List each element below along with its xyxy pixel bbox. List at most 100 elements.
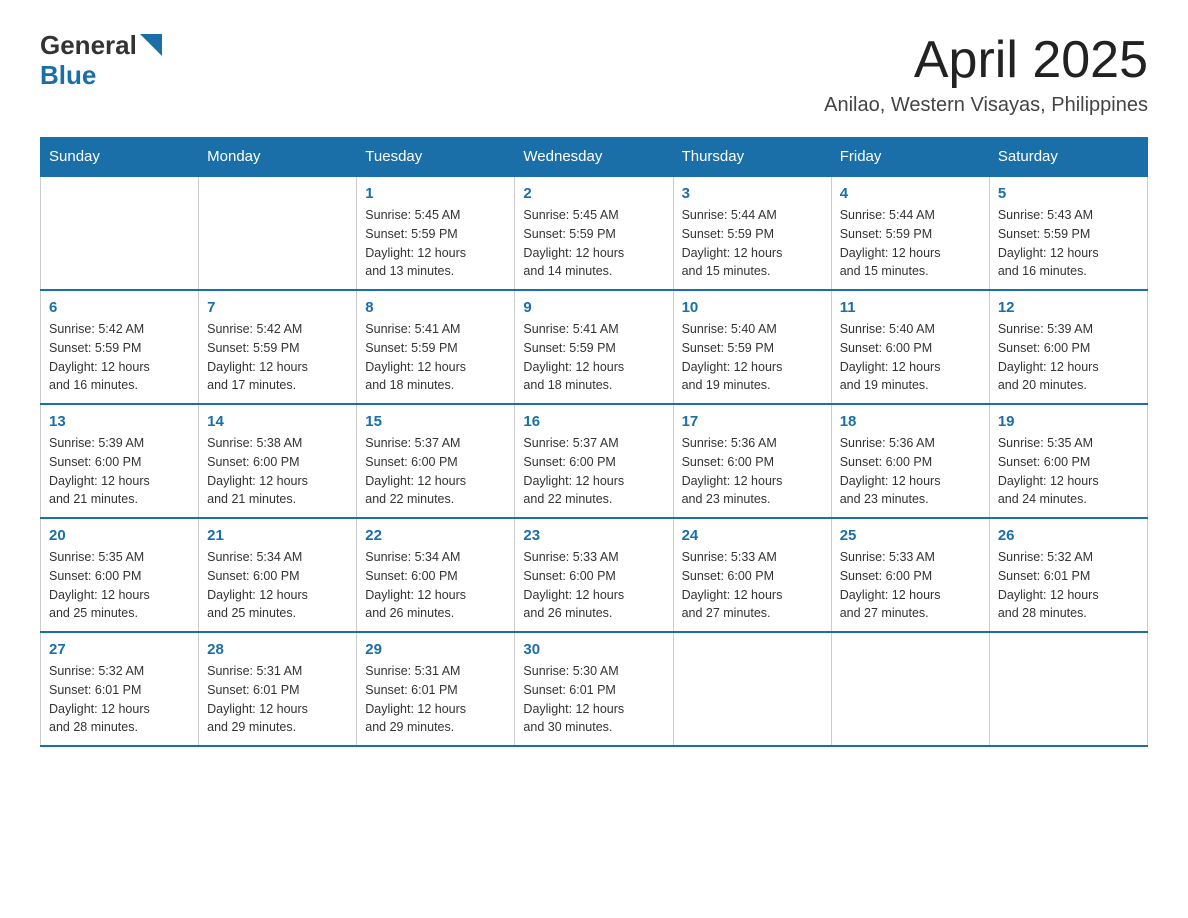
calendar-cell: 27 Sunrise: 5:32 AM Sunset: 6:01 PM Dayli…: [41, 632, 199, 746]
day-number: 26: [998, 527, 1139, 544]
day-info: Sunrise: 5:30 AM Sunset: 6:01 PM Dayligh…: [523, 662, 664, 737]
day-number: 2: [523, 185, 664, 202]
calendar-cell: 19 Sunrise: 5:35 AM Sunset: 6:00 PM Dayli…: [989, 404, 1147, 518]
day-info: Sunrise: 5:44 AM Sunset: 5:59 PM Dayligh…: [840, 206, 981, 281]
calendar-week-row: 6 Sunrise: 5:42 AM Sunset: 5:59 PM Daylig…: [41, 290, 1148, 404]
day-number: 14: [207, 413, 348, 430]
logo-triangle-icon: [140, 34, 162, 56]
day-number: 3: [682, 185, 823, 202]
day-info: Sunrise: 5:31 AM Sunset: 6:01 PM Dayligh…: [207, 662, 348, 737]
day-info: Sunrise: 5:32 AM Sunset: 6:01 PM Dayligh…: [998, 548, 1139, 623]
day-number: 15: [365, 413, 506, 430]
day-number: 6: [49, 299, 190, 316]
calendar-cell: 10 Sunrise: 5:40 AM Sunset: 5:59 PM Dayli…: [673, 290, 831, 404]
day-number: 4: [840, 185, 981, 202]
calendar-cell: 21Sunrise: 5:34 AM Sunset: 6:00 PM Dayli…: [199, 518, 357, 632]
day-number: 16: [523, 413, 664, 430]
day-number: 17: [682, 413, 823, 430]
day-info: Sunrise: 5:36 AM Sunset: 6:00 PM Dayligh…: [682, 434, 823, 509]
calendar-cell: 26 Sunrise: 5:32 AM Sunset: 6:01 PM Dayli…: [989, 518, 1147, 632]
col-header-tuesday: Tuesday: [357, 138, 515, 177]
day-info: Sunrise: 5:41 AM Sunset: 5:59 PM Dayligh…: [365, 320, 506, 395]
day-number: 19: [998, 413, 1139, 430]
col-header-wednesday: Wednesday: [515, 138, 673, 177]
calendar-table: SundayMondayTuesdayWednesdayThursdayFrid…: [40, 137, 1148, 747]
calendar-cell: 24 Sunrise: 5:33 AM Sunset: 6:00 PM Dayli…: [673, 518, 831, 632]
day-number: 13: [49, 413, 190, 430]
calendar-cell: 7 Sunrise: 5:42 AM Sunset: 5:59 PM Daylig…: [199, 290, 357, 404]
day-number: 30: [523, 641, 664, 658]
calendar-week-row: 13 Sunrise: 5:39 AM Sunset: 6:00 PM Dayli…: [41, 404, 1148, 518]
calendar-cell: 1 Sunrise: 5:45 AM Sunset: 5:59 PM Daylig…: [357, 176, 515, 290]
day-info: Sunrise: 5:43 AM Sunset: 5:59 PM Dayligh…: [998, 206, 1139, 281]
day-info: Sunrise: 5:39 AM Sunset: 6:00 PM Dayligh…: [998, 320, 1139, 395]
day-number: 11: [840, 299, 981, 316]
calendar-cell: 9 Sunrise: 5:41 AM Sunset: 5:59 PM Daylig…: [515, 290, 673, 404]
day-info: Sunrise: 5:41 AM Sunset: 5:59 PM Dayligh…: [523, 320, 664, 395]
day-info: Sunrise: 5:44 AM Sunset: 5:59 PM Dayligh…: [682, 206, 823, 281]
calendar-week-row: 27 Sunrise: 5:32 AM Sunset: 6:01 PM Dayli…: [41, 632, 1148, 746]
logo-blue-text: Blue: [40, 61, 162, 90]
day-info: Sunrise: 5:33 AM Sunset: 6:00 PM Dayligh…: [682, 548, 823, 623]
day-number: 1: [365, 185, 506, 202]
calendar-cell: [199, 176, 357, 290]
day-info: Sunrise: 5:42 AM Sunset: 5:59 PM Dayligh…: [207, 320, 348, 395]
calendar-cell: 14 Sunrise: 5:38 AM Sunset: 6:00 PM Dayli…: [199, 404, 357, 518]
day-number: 23: [523, 527, 664, 544]
day-number: 22: [365, 527, 506, 544]
day-info: Sunrise: 5:39 AM Sunset: 6:00 PM Dayligh…: [49, 434, 190, 509]
day-number: 25: [840, 527, 981, 544]
calendar-cell: 23Sunrise: 5:33 AM Sunset: 6:00 PM Dayli…: [515, 518, 673, 632]
day-info: Sunrise: 5:40 AM Sunset: 6:00 PM Dayligh…: [840, 320, 981, 395]
calendar-cell: 3 Sunrise: 5:44 AM Sunset: 5:59 PM Daylig…: [673, 176, 831, 290]
calendar-cell: 25 Sunrise: 5:33 AM Sunset: 6:00 PM Dayli…: [831, 518, 989, 632]
calendar-cell: 15 Sunrise: 5:37 AM Sunset: 6:00 PM Dayli…: [357, 404, 515, 518]
day-number: 5: [998, 185, 1139, 202]
day-number: 24: [682, 527, 823, 544]
calendar-subtitle: Anilao, Western Visayas, Philippines: [824, 94, 1148, 117]
day-info: Sunrise: 5:35 AM Sunset: 6:00 PM Dayligh…: [998, 434, 1139, 509]
day-number: 21: [207, 527, 348, 544]
calendar-week-row: 20Sunrise: 5:35 AM Sunset: 6:00 PM Dayli…: [41, 518, 1148, 632]
col-header-monday: Monday: [199, 138, 357, 177]
calendar-cell: 17 Sunrise: 5:36 AM Sunset: 6:00 PM Dayli…: [673, 404, 831, 518]
col-header-friday: Friday: [831, 138, 989, 177]
calendar-cell: 6 Sunrise: 5:42 AM Sunset: 5:59 PM Daylig…: [41, 290, 199, 404]
day-number: 10: [682, 299, 823, 316]
day-info: Sunrise: 5:40 AM Sunset: 5:59 PM Dayligh…: [682, 320, 823, 395]
calendar-cell: 29Sunrise: 5:31 AM Sunset: 6:01 PM Dayli…: [357, 632, 515, 746]
day-number: 9: [523, 299, 664, 316]
col-header-thursday: Thursday: [673, 138, 831, 177]
day-number: 7: [207, 299, 348, 316]
day-info: Sunrise: 5:37 AM Sunset: 6:00 PM Dayligh…: [523, 434, 664, 509]
calendar-cell: 4 Sunrise: 5:44 AM Sunset: 5:59 PM Daylig…: [831, 176, 989, 290]
calendar-cell: 20Sunrise: 5:35 AM Sunset: 6:00 PM Dayli…: [41, 518, 199, 632]
calendar-cell: [989, 632, 1147, 746]
calendar-cell: 5 Sunrise: 5:43 AM Sunset: 5:59 PM Daylig…: [989, 176, 1147, 290]
day-info: Sunrise: 5:42 AM Sunset: 5:59 PM Dayligh…: [49, 320, 190, 395]
day-number: 20: [49, 527, 190, 544]
title-area: April 2025 Anilao, Western Visayas, Phil…: [824, 30, 1148, 117]
calendar-cell: 13 Sunrise: 5:39 AM Sunset: 6:00 PM Dayli…: [41, 404, 199, 518]
day-number: 18: [840, 413, 981, 430]
calendar-cell: 11 Sunrise: 5:40 AM Sunset: 6:00 PM Dayli…: [831, 290, 989, 404]
day-info: Sunrise: 5:32 AM Sunset: 6:01 PM Dayligh…: [49, 662, 190, 737]
day-number: 12: [998, 299, 1139, 316]
day-info: Sunrise: 5:37 AM Sunset: 6:00 PM Dayligh…: [365, 434, 506, 509]
day-info: Sunrise: 5:31 AM Sunset: 6:01 PM Dayligh…: [365, 662, 506, 737]
calendar-cell: 18 Sunrise: 5:36 AM Sunset: 6:00 PM Dayli…: [831, 404, 989, 518]
calendar-cell: 16 Sunrise: 5:37 AM Sunset: 6:00 PM Dayli…: [515, 404, 673, 518]
day-number: 8: [365, 299, 506, 316]
calendar-header-row: SundayMondayTuesdayWednesdayThursdayFrid…: [41, 138, 1148, 177]
calendar-cell: 2Sunrise: 5:45 AM Sunset: 5:59 PM Daylig…: [515, 176, 673, 290]
day-info: Sunrise: 5:38 AM Sunset: 6:00 PM Dayligh…: [207, 434, 348, 509]
logo: General Blue: [40, 30, 162, 89]
calendar-cell: [831, 632, 989, 746]
calendar-cell: 22Sunrise: 5:34 AM Sunset: 6:00 PM Dayli…: [357, 518, 515, 632]
day-info: Sunrise: 5:36 AM Sunset: 6:00 PM Dayligh…: [840, 434, 981, 509]
day-number: 28: [207, 641, 348, 658]
day-number: 27: [49, 641, 190, 658]
day-info: Sunrise: 5:33 AM Sunset: 6:00 PM Dayligh…: [840, 548, 981, 623]
logo-general-text: General: [40, 31, 137, 60]
day-info: Sunrise: 5:45 AM Sunset: 5:59 PM Dayligh…: [365, 206, 506, 281]
